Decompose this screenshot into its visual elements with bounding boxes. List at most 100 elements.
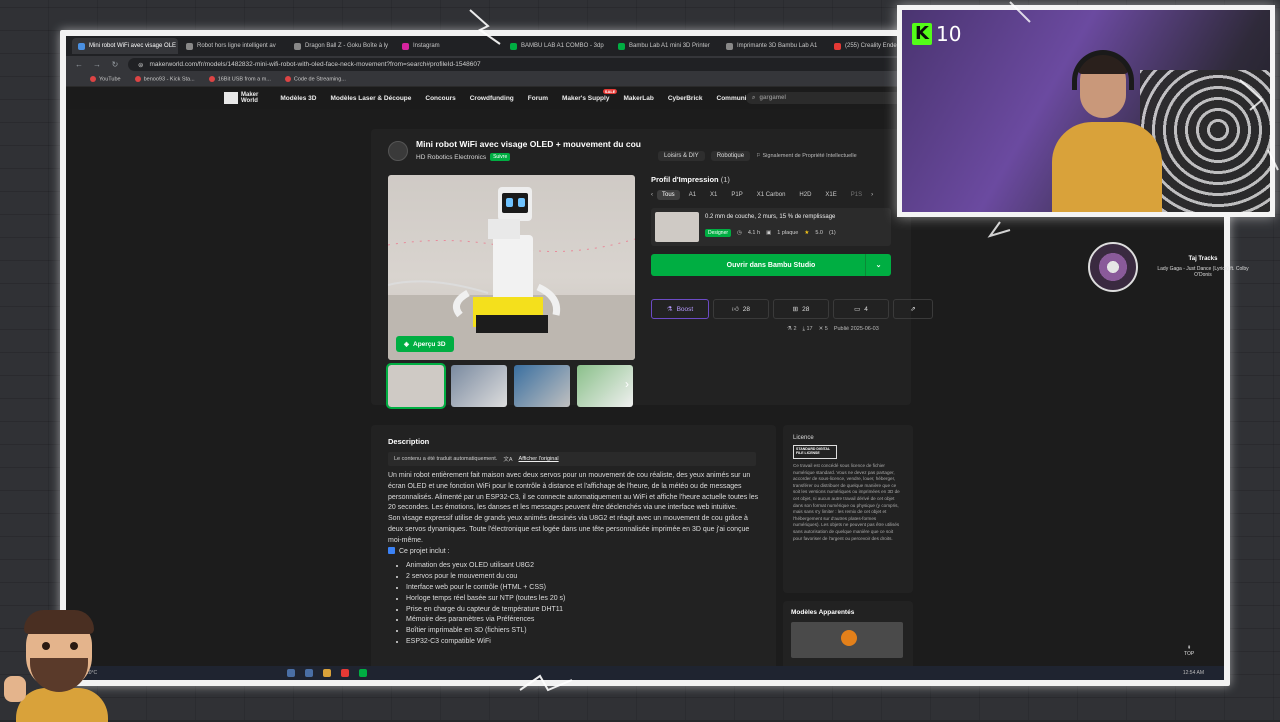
like-button[interactable]: 👍︎ 28 <box>713 299 769 319</box>
printer-tab-x1[interactable]: X1 <box>705 190 722 200</box>
profile-thumbnail <box>655 212 699 242</box>
prints-stat: ✕ 5 <box>818 326 828 332</box>
nav-cyberbrick[interactable]: CyberBrick <box>668 95 703 102</box>
printer-tab-x1e[interactable]: X1E <box>820 190 841 200</box>
description-body: Un mini robot entièrement fait maison av… <box>388 471 760 648</box>
boost-button[interactable]: ⚗ Boost <box>651 299 709 319</box>
printer-tab-a1[interactable]: A1 <box>684 190 701 200</box>
follow-button[interactable]: Suivre <box>490 153 511 161</box>
logo-line2: World <box>241 98 258 104</box>
site-search-input[interactable]: ⌕ gargamel <box>746 92 906 104</box>
comments-button[interactable]: ▭ 4 <box>833 299 889 319</box>
nav-makerlab[interactable]: MakerLab <box>623 95 653 102</box>
profile-card[interactable]: 0.2 mm de couche, 2 murs, 15 % de rempli… <box>651 208 891 246</box>
show-original-link[interactable]: Afficher l'original <box>519 456 559 462</box>
printer-tab-x1-carbon[interactable]: X1 Carbon <box>752 190 791 200</box>
printer-tab-h2d[interactable]: H2D <box>794 190 816 200</box>
category-chip-hobby[interactable]: Loisirs & DIY <box>658 151 705 161</box>
print-time: 4.1 h <box>747 230 761 236</box>
browser-tab[interactable]: Instagram <box>396 38 502 54</box>
feature-item: Horloge temps réel basée sur NTP (toutes… <box>406 594 760 605</box>
webcam-overlay: K 10 <box>897 5 1275 217</box>
tab-label: Robot hors ligne intelligent av <box>197 43 276 49</box>
logo-mark-icon <box>224 92 238 104</box>
nav-crowdfunding[interactable]: Crowdfunding <box>470 95 514 102</box>
feature-item: Prise en charge du capteur de températur… <box>406 605 760 616</box>
thumbnail-1[interactable] <box>386 363 446 409</box>
forward-icon[interactable]: → <box>92 60 102 69</box>
taskbar-app-icon[interactable] <box>323 669 332 677</box>
printer-filter-tabs: ‹ Tous A1 X1 P1P X1 Carbon H2D X1E P1S › <box>651 190 891 200</box>
model-header-card: Mini robot WiFi avec visage OLED + mouve… <box>371 129 933 409</box>
chevron-right-icon[interactable]: › <box>625 377 629 391</box>
share-button[interactable]: ⇗ <box>893 299 933 319</box>
chevron-right-icon[interactable]: › <box>871 192 873 198</box>
bookmark-usb[interactable]: 16Bit USB from a m... <box>209 76 271 83</box>
tab-favicon-icon <box>294 42 301 50</box>
plate-icon: ▣ <box>766 230 772 236</box>
search-icon: ⌕ <box>752 94 756 101</box>
thumbnail-4[interactable]: › <box>577 365 633 407</box>
printer-tab-all[interactable]: Tous <box>657 190 680 200</box>
thumbnail-2[interactable] <box>451 365 507 407</box>
printer-tab-p1p[interactable]: P1P <box>726 190 747 200</box>
downloads-stat: ⤓ 17 <box>802 326 813 332</box>
nav-forum[interactable]: Forum <box>528 95 548 102</box>
start-icon[interactable] <box>287 669 296 677</box>
viewer-count: 10 <box>936 22 962 46</box>
report-ip-link[interactable]: ⚐ Signalement de Propriété Intellectuell… <box>756 153 857 159</box>
streamer-webcam <box>1042 50 1162 212</box>
bookmark-kick[interactable]: benoo93 - Kick Sta... <box>135 76 195 83</box>
category-chip-robotics[interactable]: Robotique <box>710 151 751 161</box>
browser-tab[interactable]: Mini robot WiFi avec visage OLE <box>72 38 178 54</box>
model-main-image[interactable]: ◈ Aperçu 3D <box>388 175 635 360</box>
taskbar-app-icon[interactable] <box>341 669 350 677</box>
nav-laser-models[interactable]: Modèles Laser & Découpe <box>330 95 411 102</box>
tab-favicon-icon <box>510 42 517 50</box>
license-text: Ce travail est concédé sous licence de f… <box>793 463 900 541</box>
project-includes-heading: Ce projet inclut : <box>388 547 760 558</box>
cube-icon: ◈ <box>404 341 409 348</box>
back-to-top-button[interactable]: ⇞ TOP <box>1184 645 1194 657</box>
tab-label: (255) Creality Ender <box>845 43 899 49</box>
reload-icon[interactable]: ↻ <box>110 60 120 69</box>
chevron-left-icon[interactable]: ‹ <box>651 192 653 198</box>
action-bar: ⚗ Boost 👍︎ 28 ⊞ 28 ▭ 4 ⇗ <box>651 299 933 319</box>
nav-3d-models[interactable]: Modèles 3D <box>280 95 316 102</box>
bookmark-icon: ⊞ <box>792 306 799 313</box>
collect-button[interactable]: ⊞ 28 <box>773 299 829 319</box>
related-model-thumbnail[interactable] <box>791 622 903 658</box>
preview-3d-button[interactable]: ◈ Aperçu 3D <box>396 336 454 352</box>
headset-icon <box>1072 50 1134 90</box>
url-text: makerworld.com/fr/models/1482832-mini-wi… <box>149 61 481 68</box>
browser-tab[interactable]: BAMBU LAB A1 COMBO - 3dp <box>504 38 610 54</box>
bookmark-streaming[interactable]: Code de Streaming... <box>285 76 346 83</box>
taskbar-app-icon[interactable] <box>359 669 368 677</box>
nav-contests[interactable]: Concours <box>425 95 455 102</box>
description-paragraph-2: Son visage expressif utilise de grands y… <box>388 515 750 544</box>
bookmark-youtube[interactable]: YouTube <box>90 76 121 83</box>
kick-viewer-counter: K 10 <box>912 22 961 46</box>
open-in-bambu-studio-button[interactable]: Ouvrir dans Bambu Studio ⌄ <box>651 254 891 276</box>
comment-icon: ▭ <box>854 306 861 313</box>
back-icon[interactable]: ← <box>74 60 84 69</box>
tab-label: Instagram <box>413 43 440 49</box>
chevron-down-icon[interactable]: ⌄ <box>865 254 891 276</box>
makerworld-logo[interactable]: Maker World <box>224 92 258 104</box>
tab-label: Mini robot WiFi avec visage OLE <box>89 43 177 49</box>
browser-tab[interactable]: Robot hors ligne intelligent av <box>180 38 286 54</box>
author-name[interactable]: HD Robotics Electronics <box>416 154 486 161</box>
thumbs-up-icon: 👍︎ <box>731 306 739 313</box>
browser-tab[interactable]: Dragon Ball Z - Goku Boîte à ly <box>288 38 394 54</box>
site-info-icon[interactable]: ⊜ <box>138 61 143 69</box>
nav-makers-supply[interactable]: Maker's Supply SALE <box>562 88 618 102</box>
author-avatar[interactable] <box>388 141 408 161</box>
thumbnail-3[interactable] <box>514 365 570 407</box>
browser-tab[interactable]: Bambu Lab A1 mini 3D Printer <box>612 38 718 54</box>
browser-tab[interactable]: Imprimante 3D Bambu Lab A1 <box>720 38 826 54</box>
pumpkin-image <box>841 630 857 646</box>
printer-tab-p1s[interactable]: P1S <box>846 190 867 200</box>
os-taskbar: 20°C 12:54 AM <box>66 666 1224 680</box>
feature-item: Mémoire des paramètres via Préférences <box>406 615 760 626</box>
taskbar-app-icon[interactable] <box>305 669 314 677</box>
